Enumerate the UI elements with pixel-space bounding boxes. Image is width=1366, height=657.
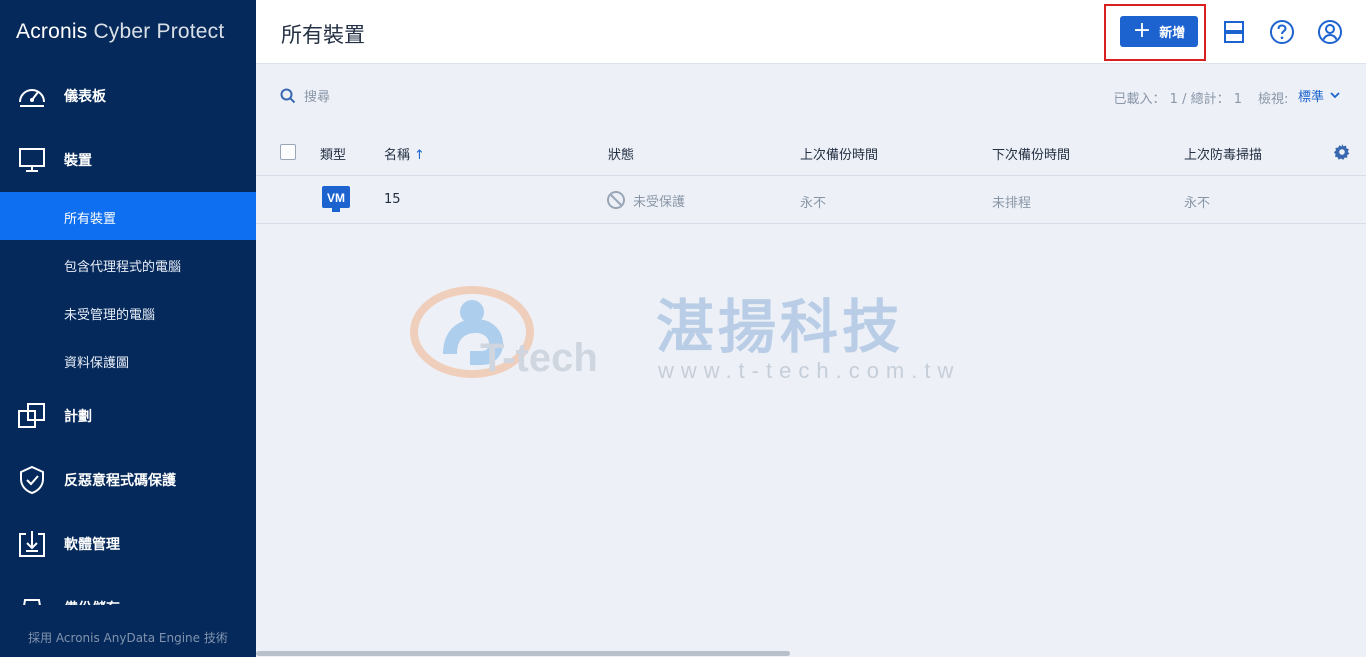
table-row[interactable]: VM 15 未受保護 永不 未排程 永不 [256, 176, 1366, 224]
sidebar-subitem-label: 包含代理程式的電腦 [64, 260, 182, 275]
watermark-company-name: 湛揚科技 [656, 293, 905, 361]
t-tech-logo [410, 286, 534, 378]
sidebar-subitem-unmanaged-machines[interactable]: 未受管理的電腦 [0, 288, 256, 336]
column-header-name-label: 名稱 [384, 148, 411, 163]
sidebar: Acronis Cyber Protect 儀表板 裝置 所有裝置 包含代理程式的… [0, 0, 256, 657]
sort-ascending-icon: ↑ [414, 148, 425, 163]
column-header-status[interactable]: 狀態 [608, 144, 634, 163]
sidebar-subitem-machines-with-agents[interactable]: 包含代理程式的電腦 [0, 240, 256, 288]
brand-logo: Acronis Cyber Protect [16, 20, 224, 44]
sidebar-subitem-data-protection-map[interactable]: 資料保護圖 [0, 336, 256, 384]
devices-table: 類型 名稱 ↑ 狀態 上次備份時間 下次備份時間 上次防毒掃描 VM 15 未受保… [256, 128, 1366, 224]
sidebar-item-label: 計劃 [64, 409, 92, 425]
account-icon[interactable] [1316, 18, 1344, 46]
dashboard-icon [19, 89, 45, 107]
chevron-down-icon [1330, 92, 1340, 99]
not-protected-icon [607, 191, 625, 209]
sidebar-item-label: 反惡意程式碼保護 [64, 473, 176, 489]
toolbar: 已載入： 1 / 總計： 1 檢視: 標準 [256, 64, 1366, 128]
cell-name: 15 [384, 192, 401, 207]
column-header-last-backup[interactable]: 上次備份時間 [800, 144, 878, 163]
sidebar-footer: 採用 Acronis AnyData Engine 技術 [0, 605, 256, 657]
column-header-type[interactable]: 類型 [320, 144, 346, 163]
cell-last-backup: 永不 [800, 196, 827, 211]
page-title: 所有裝置 [281, 23, 365, 47]
sidebar-item-label: 軟體管理 [64, 537, 120, 553]
watermark: T-tech 湛揚科技 www.t-tech.com.tw [410, 280, 970, 390]
add-button[interactable]: + 新增 [1120, 16, 1198, 47]
search-input[interactable] [304, 86, 504, 108]
sidebar-item-label: 儀表板 [64, 89, 106, 105]
sidebar-subitem-label: 所有裝置 [64, 212, 117, 227]
cell-status: 未受保護 [606, 190, 685, 210]
page-header: 所有裝置 + 新增 [256, 0, 1366, 64]
brand-main: Acronis [16, 20, 88, 43]
layout-icon[interactable] [1220, 18, 1248, 46]
sidebar-subitem-label: 資料保護圖 [64, 356, 130, 371]
vm-icon: VM [322, 186, 350, 212]
plans-icon [18, 403, 45, 428]
plus-icon: + [1132, 17, 1152, 43]
view-select[interactable]: 標準 [1298, 86, 1340, 105]
horizontal-scrollbar[interactable] [256, 651, 790, 656]
shield-icon [20, 465, 44, 495]
view-select-value: 標準 [1298, 90, 1325, 105]
gear-icon[interactable] [1333, 143, 1351, 161]
status-label: 未受保護 [633, 194, 686, 210]
sidebar-item-software-management[interactable]: 軟體管理 [0, 520, 256, 568]
sidebar-item-devices[interactable]: 裝置 [0, 136, 256, 184]
search-icon [280, 88, 296, 104]
watermark-logo-text: T-tech [480, 336, 598, 380]
select-all-checkbox[interactable] [280, 144, 296, 160]
column-header-next-backup[interactable]: 下次備份時間 [992, 144, 1070, 163]
sidebar-item-dashboard[interactable]: 儀表板 [0, 72, 256, 120]
sidebar-item-label: 裝置 [64, 153, 92, 169]
monitor-icon [19, 148, 45, 172]
software-icon [19, 531, 45, 557]
watermark-url: www.t-tech.com.tw [658, 358, 961, 383]
brand-sub: Cyber Protect [93, 20, 225, 43]
column-header-last-scan[interactable]: 上次防毒掃描 [1184, 144, 1262, 163]
cell-last-scan: 永不 [1184, 196, 1211, 211]
table-header: 類型 名稱 ↑ 狀態 上次備份時間 下次備份時間 上次防毒掃描 [256, 128, 1366, 176]
powered-by-text: 採用 Acronis AnyData Engine 技術 [28, 631, 228, 645]
vm-badge-label: VM [327, 191, 345, 205]
help-icon[interactable] [1268, 18, 1296, 46]
add-button-label: 新增 [1159, 26, 1186, 41]
column-header-name[interactable]: 名稱 ↑ [384, 144, 425, 163]
sidebar-subitem-label: 未受管理的電腦 [64, 308, 156, 323]
sidebar-item-plans[interactable]: 計劃 [0, 392, 256, 440]
sidebar-item-antimalware[interactable]: 反惡意程式碼保護 [0, 456, 256, 504]
cell-next-backup: 未排程 [992, 196, 1032, 211]
sidebar-subitem-all-devices[interactable]: 所有裝置 [0, 192, 256, 240]
view-label: 檢視: [1258, 92, 1289, 107]
loaded-count: 已載入： 1 / 總計： 1 [1113, 92, 1242, 107]
